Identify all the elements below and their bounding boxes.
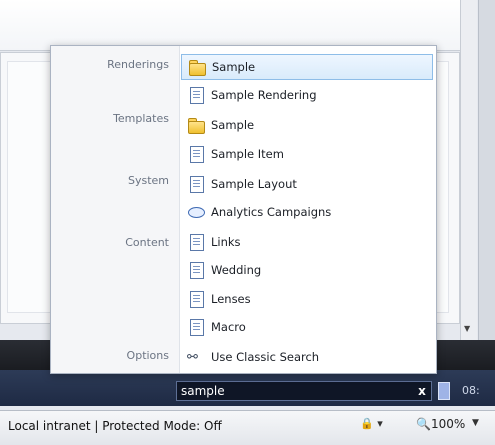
result-label: Lenses [211, 292, 251, 306]
classic-search-icon: ⚯ [187, 350, 198, 365]
category-templates: Templates [113, 112, 169, 125]
top-pane [0, 0, 460, 51]
folder-icon [188, 58, 206, 76]
result-label: Sample Layout [211, 177, 297, 191]
result-label: Macro [211, 320, 246, 334]
document-icon [187, 261, 205, 279]
document-icon [187, 86, 205, 104]
result-label: Analytics Campaigns [211, 205, 332, 219]
result-item[interactable]: Sample [181, 112, 433, 138]
campaign-icon [187, 203, 205, 221]
result-label: Sample Item [211, 147, 284, 161]
result-item[interactable]: Macro [181, 314, 433, 340]
result-item[interactable]: Links [181, 229, 433, 255]
category-renderings: Renderings [107, 58, 169, 71]
document-icon [187, 175, 205, 193]
result-item[interactable]: Lenses [181, 286, 433, 312]
document-icon [187, 233, 205, 251]
search-input[interactable]: sample [176, 381, 432, 401]
result-label: Use Classic Search [211, 350, 320, 364]
result-label: Sample [211, 118, 255, 132]
magnifier-icon: 🔍 [416, 417, 431, 431]
result-item[interactable]: Sample [181, 54, 433, 80]
category-options: Options [126, 349, 169, 362]
category-system: System [127, 174, 169, 187]
folder-icon [187, 116, 205, 134]
result-item[interactable]: Sample Layout [181, 171, 433, 197]
result-item[interactable]: Wedding [181, 257, 433, 283]
tray-icon[interactable] [438, 382, 450, 400]
vertical-scrollbar[interactable] [460, 0, 477, 340]
zone-status-text: Local intranet | Protected Mode: Off [8, 419, 222, 433]
use-classic-search-option[interactable]: ⚯ Use Classic Search [181, 344, 433, 370]
result-label: Links [211, 235, 241, 249]
category-content: Content [125, 236, 169, 249]
search-results-popup: Renderings Templates System Content Opti… [50, 45, 437, 374]
result-item[interactable]: Sample Rendering [181, 82, 433, 108]
clock: 08: [462, 384, 480, 397]
scroll-down-arrow-icon[interactable]: ▼ [464, 324, 472, 333]
category-column [51, 46, 180, 373]
document-icon [187, 318, 205, 336]
clear-search-button[interactable]: x [414, 383, 430, 399]
result-label: Sample [212, 60, 256, 74]
window-edge [478, 0, 495, 340]
lock-icon[interactable]: 🔒 ▾ [360, 417, 383, 430]
zoom-control[interactable]: 🔍100% [416, 417, 465, 431]
document-icon [187, 145, 205, 163]
result-item[interactable]: Sample Item [181, 141, 433, 167]
zoom-dropdown-icon[interactable]: ▼ [472, 418, 479, 428]
zoom-level: 100% [430, 417, 466, 431]
result-item[interactable]: Analytics Campaigns [181, 199, 433, 225]
document-icon [187, 290, 205, 308]
result-label: Sample Rendering [211, 88, 317, 102]
result-label: Wedding [211, 263, 262, 277]
